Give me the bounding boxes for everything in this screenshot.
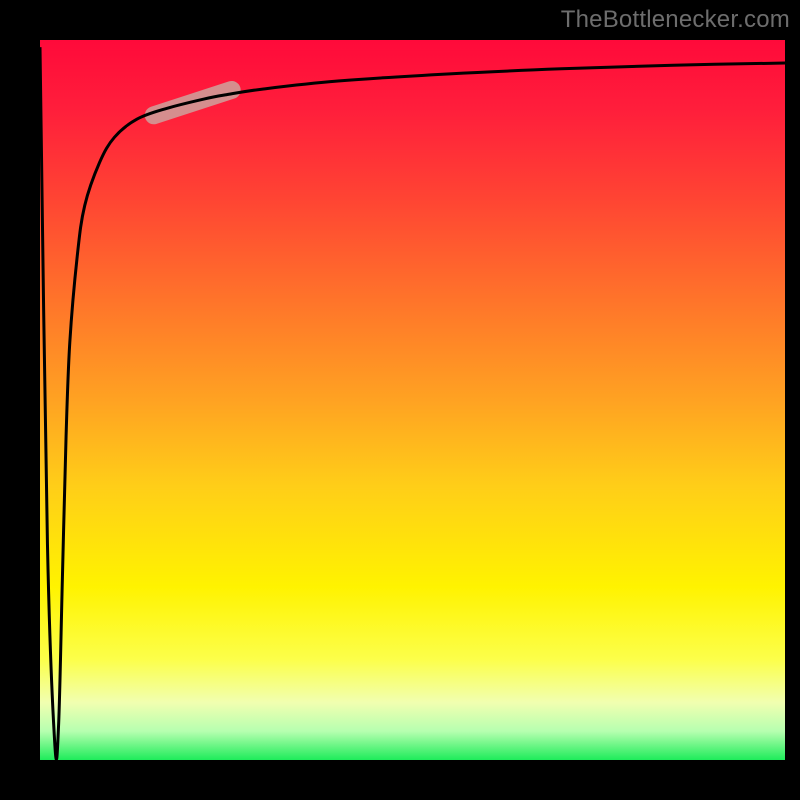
watermark-text: TheBottlenecker.com xyxy=(561,6,790,34)
plot-area xyxy=(40,40,785,760)
bottleneck-curve xyxy=(40,47,785,759)
chart-frame: TheBottlenecker.com xyxy=(0,0,800,800)
curve-layer xyxy=(40,40,785,760)
